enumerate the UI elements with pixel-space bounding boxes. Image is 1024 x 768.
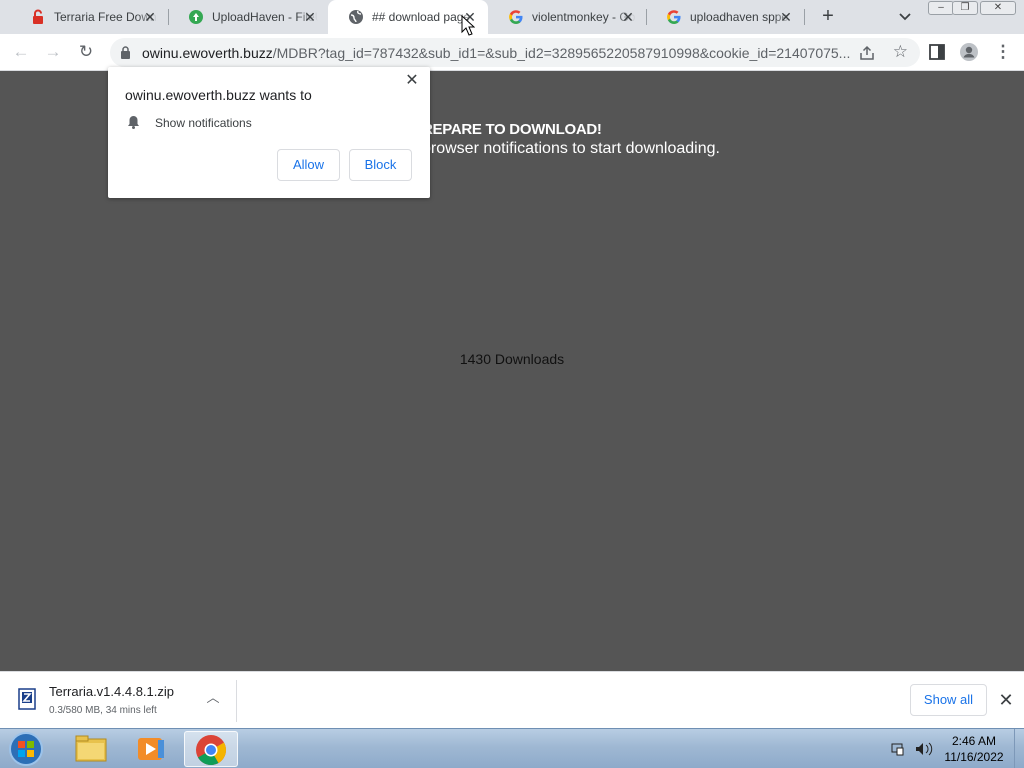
block-button[interactable]: Block [349,149,412,181]
url-domain: owinu.ewoverth.buzz [142,45,273,61]
zip-file-icon[interactable] [16,688,38,710]
popup-title: owinu.ewoverth.buzz wants to [125,87,312,103]
unlock-icon [33,9,43,24]
notification-permission-popup: owinu.ewoverth.buzz wants to ✕ Show noti… [108,67,430,198]
profile-avatar-icon[interactable] [959,42,979,62]
globe-icon [349,10,363,24]
tab-uploadhaven-search[interactable]: uploadhaven sppe ✕ [646,0,804,34]
clock-date: 11/16/2022 [944,750,1004,764]
close-tab-icon[interactable]: ✕ [778,9,794,25]
tab-uploadhaven[interactable]: UploadHaven - FileUpload ✕ [168,0,328,34]
download-filename[interactable]: Terraria.v1.4.4.8.1.zip [49,684,174,699]
chrome-icon [196,735,227,766]
address-bar[interactable]: owinu.ewoverth.buzz/MDBR?tag_id=787432&s… [110,38,920,67]
menu-kebab-icon[interactable]: ⋮ [992,41,1014,63]
close-tab-icon[interactable]: ✕ [142,9,158,25]
close-tab-icon[interactable]: ✕ [302,9,318,25]
close-tab-icon[interactable]: ✕ [620,9,636,25]
allow-button[interactable]: Allow [277,149,340,181]
google-icon [509,10,523,24]
restore-button[interactable]: ❐ [952,1,978,15]
browser-toolbar: ← → ↻ owinu.ewoverth.buzz/MDBR?tag_id=78… [0,34,1024,71]
tab-violentmonkey[interactable]: violentmonkey - Google ✕ [488,0,646,34]
show-desktop-button[interactable] [1014,729,1024,768]
url-text[interactable]: owinu.ewoverth.buzz/MDBR?tag_id=787432&s… [142,45,857,61]
tab-terraria[interactable]: Terraria Free Download ✕ [10,0,168,34]
new-tab-button[interactable]: + [816,5,840,29]
show-all-button[interactable]: Show all [910,684,987,716]
bookmark-star-icon[interactable]: ☆ [893,42,908,62]
side-panel-icon[interactable] [928,43,946,61]
close-icon[interactable]: ✕ [404,73,420,89]
url-path: /MDBR?tag_id=787432&sub_id1=&sub_id2=328… [272,45,851,61]
permission-text: Show notifications [155,116,252,130]
chevron-up-icon[interactable]: ︿ [205,690,221,706]
bell-icon [128,116,139,129]
windows-start-icon[interactable] [6,731,46,767]
downloads-count: 1430 Downloads [459,351,565,367]
clock-time: 2:46 AM [951,734,997,748]
download-shelf: Terraria.v1.4.4.8.1.zip 0.3/580 MB, 34 m… [0,671,1024,728]
taskbar-media-player[interactable] [124,731,178,767]
download-status: 0.3/580 MB, 34 mins left [49,705,157,716]
system-tray-icons[interactable] [888,739,938,759]
reload-icon[interactable]: ↻ [75,41,97,63]
tab-strip: Terraria Free Download ✕ UploadHaven - F… [0,0,1024,34]
media-player-icon [138,738,164,760]
chevron-down-icon[interactable] [896,7,914,25]
close-window-button[interactable]: ✕ [980,1,1016,15]
tab-separator [804,9,805,25]
page-subline: browser notifications to start downloadi… [422,140,720,157]
page-headline: REPARE TO DOWNLOAD! [422,121,602,138]
taskbar-explorer[interactable] [64,731,118,767]
folder-icon [75,735,107,762]
taskbar-clock[interactable]: 2:46 AM 11/16/2022 [938,733,1010,765]
google-icon [667,10,681,24]
share-icon[interactable] [858,44,876,62]
divider [236,680,237,722]
back-icon[interactable]: ← [10,41,32,63]
lock-icon[interactable] [120,46,131,59]
taskbar-chrome[interactable] [184,731,238,767]
minimize-button[interactable]: ‒ [928,1,954,15]
forward-icon[interactable]: → [42,41,64,63]
mouse-cursor-icon [461,15,475,36]
close-shelf-icon[interactable]: ✕ [996,690,1016,710]
windows-taskbar: 2:46 AM 11/16/2022 [0,728,1024,768]
uploadhaven-icon [189,10,203,24]
